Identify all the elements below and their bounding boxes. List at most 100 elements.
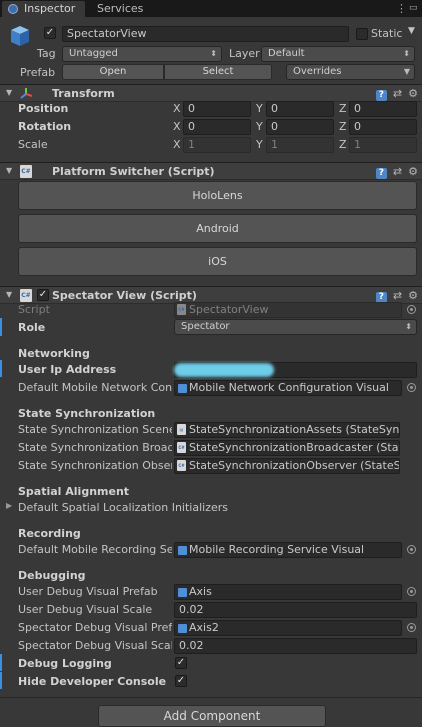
- settings-gear-icon[interactable]: ⚙: [408, 87, 418, 100]
- android-button[interactable]: Android: [18, 214, 417, 243]
- tab-inspector[interactable]: Inspector: [2, 1, 85, 17]
- tab-menu-icon[interactable]: ⋮: [396, 2, 407, 15]
- tab-services[interactable]: Services: [97, 1, 143, 17]
- spectator-view-header-icons: ? ⇄ ⚙: [370, 289, 418, 303]
- layer-dropdown-arrow-icon: ⬍: [403, 49, 410, 58]
- platform-switcher-header[interactable]: ▼ C# Platform Switcher (Script) ? ⇄ ⚙: [0, 162, 422, 180]
- position-z-label: Z: [339, 102, 347, 115]
- spectator-debug-prefab-field[interactable]: Axis2: [174, 620, 402, 636]
- hide-console-checkbox[interactable]: ✓: [175, 675, 187, 687]
- presets-icon[interactable]: ⇄: [393, 165, 402, 178]
- hide-console-modified-indicator: [0, 672, 2, 689]
- script-file-icon: C#: [20, 165, 32, 178]
- add-component-button[interactable]: Add Component: [98, 705, 326, 727]
- script-object-picker-icon[interactable]: [407, 305, 416, 314]
- script-file-icon: C#: [177, 460, 186, 471]
- spectator-debug-prefab-picker-icon[interactable]: [407, 623, 416, 632]
- transform-foldout-icon[interactable]: ▼: [6, 88, 12, 97]
- prefab-open-button[interactable]: Open: [62, 64, 164, 80]
- user-debug-prefab-field[interactable]: Axis: [174, 584, 402, 600]
- scale-label: Scale: [18, 138, 48, 151]
- debug-logging-checkbox[interactable]: ✓: [175, 657, 187, 669]
- tag-label: Tag: [37, 47, 56, 60]
- position-y-field[interactable]: 0: [266, 101, 334, 117]
- help-icon[interactable]: ?: [375, 168, 387, 179]
- spatial-initializers-label[interactable]: Default Spatial Localization Initializer…: [18, 501, 228, 514]
- prefab-label: Prefab: [20, 66, 56, 79]
- mobile-network-config-label: Default Mobile Network Confi: [18, 381, 172, 394]
- presets-icon[interactable]: ⇄: [393, 87, 402, 100]
- prefab-icon: [178, 384, 187, 393]
- tag-dropdown-arrow-icon: ⬍: [210, 49, 217, 58]
- spectator-debug-scale-label: Spectator Debug Visual Scale: [18, 639, 172, 652]
- scale-x-label: X: [173, 138, 181, 151]
- user-debug-scale-label: User Debug Visual Scale: [18, 603, 153, 616]
- recording-object-picker-icon[interactable]: [407, 545, 416, 554]
- redacted-ip-overlay: [174, 363, 274, 377]
- spatial-alignment-section-header: Spatial Alignment: [18, 485, 130, 498]
- state-sync-scene-field[interactable]: ▤ StateSynchronizationAssets (StateSynch: [174, 422, 400, 438]
- debug-logging-label: Debug Logging: [18, 657, 112, 670]
- spectator-debug-scale-field[interactable]: 0.02: [174, 638, 417, 654]
- position-label: Position: [18, 102, 69, 115]
- tag-dropdown[interactable]: Untagged ⬍: [62, 46, 222, 62]
- debugging-section-header: Debugging: [18, 569, 86, 582]
- recording-service-field[interactable]: Mobile Recording Service Visual: [174, 542, 402, 558]
- position-z-field[interactable]: 0: [349, 101, 417, 117]
- mobile-network-config-field[interactable]: Mobile Network Configuration Visual: [174, 380, 402, 396]
- rotation-z-field[interactable]: 0: [349, 119, 417, 135]
- presets-icon[interactable]: ⇄: [393, 289, 402, 302]
- recording-service-label: Default Mobile Recording Serv: [18, 543, 172, 556]
- rotation-x-label: X: [173, 120, 181, 133]
- spectator-view-enabled-checkbox[interactable]: ✓: [37, 289, 49, 301]
- layer-dropdown[interactable]: Default ⬍: [261, 46, 415, 62]
- hololens-button[interactable]: HoloLens: [18, 181, 417, 210]
- script-field-icon: C#: [177, 304, 186, 315]
- user-debug-prefab-label: User Debug Visual Prefab: [18, 585, 158, 598]
- transform-header-icons: ? ⇄ ⚙: [370, 87, 418, 101]
- transform-header[interactable]: ▼ Transform ? ⇄ ⚙: [0, 84, 422, 102]
- asset-file-icon: ▤: [177, 424, 186, 435]
- rotation-x-field[interactable]: 0: [183, 119, 251, 135]
- ios-button[interactable]: iOS: [18, 247, 417, 276]
- gameobject-name-field[interactable]: SpectatorView: [62, 26, 349, 42]
- inspector-icon: [8, 4, 18, 14]
- state-sync-observer-field[interactable]: C# StateSynchronizationObserver (StateSy: [174, 458, 400, 474]
- gameobject-active-checkbox[interactable]: ✓: [44, 27, 56, 39]
- spectator-view-foldout-icon[interactable]: ▼: [6, 290, 12, 299]
- prefab-icon: [178, 624, 187, 633]
- overrides-dropdown-arrow-icon: ▼: [403, 67, 410, 76]
- role-dropdown[interactable]: Spectator ⬍: [174, 319, 417, 335]
- state-sync-observer-label: State Synchronization Observ: [18, 459, 172, 472]
- script-label: Script: [18, 303, 50, 316]
- mobile-network-object-picker-icon[interactable]: [407, 383, 416, 392]
- static-dropdown-icon[interactable]: ▼: [408, 26, 415, 36]
- spectator-debug-prefab-label: Spectator Debug Visual Prefab: [18, 621, 172, 634]
- settings-gear-icon[interactable]: ⚙: [408, 289, 418, 302]
- state-sync-broadcaster-field[interactable]: C# StateSynchronizationBroadcaster (Stat…: [174, 440, 400, 456]
- tab-inspector-label: Inspector: [24, 2, 76, 15]
- hide-console-label: Hide Developer Console: [18, 675, 167, 688]
- user-debug-prefab-picker-icon[interactable]: [407, 587, 416, 596]
- spectator-view-title: Spectator View (Script): [52, 289, 197, 302]
- script-field[interactable]: C# SpectatorView: [174, 302, 402, 318]
- user-debug-scale-field[interactable]: 0.02: [174, 602, 417, 618]
- scale-x-field[interactable]: 1: [183, 137, 251, 153]
- user-ip-label: User Ip Address: [18, 363, 117, 376]
- prefab-overrides-dropdown[interactable]: Overrides ▼: [286, 64, 415, 80]
- rotation-y-field[interactable]: 0: [266, 119, 334, 135]
- prefab-select-button[interactable]: Select: [164, 64, 272, 80]
- settings-gear-icon[interactable]: ⚙: [408, 165, 418, 178]
- platform-switcher-foldout-icon[interactable]: ▼: [6, 166, 12, 175]
- help-icon[interactable]: ?: [375, 90, 387, 101]
- spatial-initializers-foldout-icon[interactable]: ▶: [6, 501, 12, 510]
- lock-icon[interactable]: ▭: [409, 3, 418, 13]
- position-x-field[interactable]: 0: [183, 101, 251, 117]
- scale-z-field[interactable]: 1: [349, 137, 417, 153]
- gameobject-cube-icon: [9, 24, 31, 48]
- platform-switcher-title: Platform Switcher (Script): [52, 165, 215, 178]
- scale-y-field[interactable]: 1: [266, 137, 334, 153]
- role-label: Role: [18, 321, 46, 334]
- platform-switcher-header-icons: ? ⇄ ⚙: [370, 165, 418, 179]
- static-checkbox[interactable]: [356, 28, 368, 40]
